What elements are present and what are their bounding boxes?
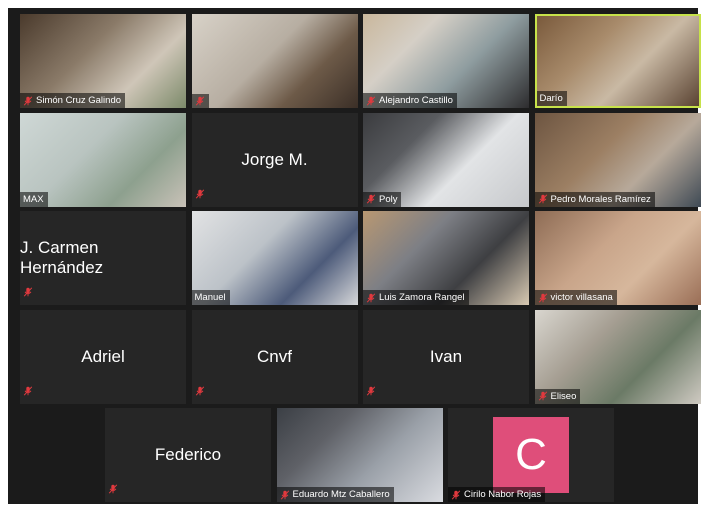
muted-mic-icon (23, 95, 33, 106)
participant-tile-p2[interactable] (191, 14, 358, 108)
participant-tile-alejandro[interactable]: Alejandro Castillo (363, 14, 529, 108)
muted-mic-icon (538, 292, 548, 303)
muted-mic-icon (538, 194, 548, 204)
video-feed (191, 14, 358, 108)
participant-label: victor villasana (534, 290, 617, 305)
participant-tile-victor[interactable]: victor villasana (534, 211, 701, 305)
participant-label: Manuel (191, 290, 230, 305)
muted-mic-icon (366, 95, 376, 106)
participant-label: Simón Cruz Galindo (20, 93, 126, 108)
muted-mic-icon (195, 96, 205, 106)
participant-name: Manuel (194, 292, 226, 303)
participant-label: Darío (536, 91, 567, 106)
participant-name: Eduardo Mtz Caballero (292, 489, 390, 500)
participant-name: Eliseo (550, 390, 577, 402)
participant-tile-pedro[interactable]: Pedro Morales Ramírez (534, 112, 701, 207)
participant-name-center: J. Carmen Hernández (20, 238, 104, 277)
muted-mic-icon (195, 383, 205, 401)
muted-mic-icon (366, 194, 376, 204)
participant-label: Poly (363, 191, 402, 207)
participant-name: Poly (379, 193, 398, 205)
participant-name-center: Adriel (81, 346, 125, 366)
participant-tile-eliseo[interactable]: Eliseo (534, 309, 701, 404)
participant-name: Simón Cruz Galindo (36, 95, 122, 106)
participant-label: MAX (20, 191, 48, 207)
participant-tile-cirilo[interactable]: C Cirilo Nabor Rojas (448, 408, 614, 502)
participant-name: Cirilo Nabor Rojas (464, 489, 542, 500)
meeting-gallery-view: Simón Cruz Galindo Alejandro Castillo Darí… (8, 8, 701, 504)
participant-tile-eduardo[interactable]: Eduardo Mtz Caballero (276, 408, 443, 502)
participant-tile-max[interactable]: MAX (20, 112, 186, 207)
participant-label: Eliseo (534, 388, 581, 404)
muted-mic-icon (366, 383, 376, 401)
muted-mic-icon (23, 284, 33, 302)
participant-tile-simon[interactable]: Simón Cruz Galindo (20, 14, 186, 108)
participant-name-center: Jorge M. (241, 149, 308, 169)
participant-tile-manuel[interactable]: Manuel (191, 211, 358, 305)
participant-name: Darío (539, 93, 563, 104)
participant-name-center: Ivan (429, 346, 463, 366)
muted-mic-icon (451, 489, 461, 500)
participant-tile-adriel[interactable]: Adriel (20, 309, 186, 404)
participant-label: Luis Zamora Rangel (363, 290, 469, 305)
muted-mic-icon (366, 292, 376, 303)
participant-label (191, 94, 209, 108)
participant-name: Luis Zamora Rangel (379, 292, 465, 303)
participant-tile-federico[interactable]: Federico (105, 408, 271, 502)
participant-name: victor villasana (550, 292, 613, 303)
participant-tile-ivan[interactable]: Ivan (363, 309, 529, 404)
participant-tile-cnvf[interactable]: Cnvf (191, 309, 358, 404)
muted-mic-icon (195, 186, 205, 204)
participant-tile-poly[interactable]: Poly (363, 112, 529, 207)
participant-tile-luis[interactable]: Luis Zamora Rangel (363, 211, 529, 305)
muted-mic-icon (23, 383, 33, 401)
avatar: C (493, 417, 569, 493)
muted-mic-icon (108, 481, 118, 499)
participant-label: Cirilo Nabor Rojas (448, 487, 546, 502)
muted-mic-icon (538, 391, 548, 401)
participant-label: Alejandro Castillo (363, 93, 457, 108)
participant-name: Alejandro Castillo (379, 95, 453, 106)
participant-label: Pedro Morales Ramírez (534, 191, 655, 207)
participant-name-center: Cnvf (257, 346, 292, 366)
participant-tile-jorge[interactable]: Jorge M. (191, 112, 358, 207)
participant-name: MAX (23, 193, 44, 205)
participant-label: Eduardo Mtz Caballero (276, 487, 394, 502)
participant-name-center: Federico (154, 445, 222, 464)
participant-name: Pedro Morales Ramírez (550, 193, 651, 205)
muted-mic-icon (280, 489, 290, 500)
participant-tile-dario[interactable]: Darío (534, 14, 701, 108)
participant-tile-jcarmen[interactable]: J. Carmen Hernández (20, 211, 186, 305)
